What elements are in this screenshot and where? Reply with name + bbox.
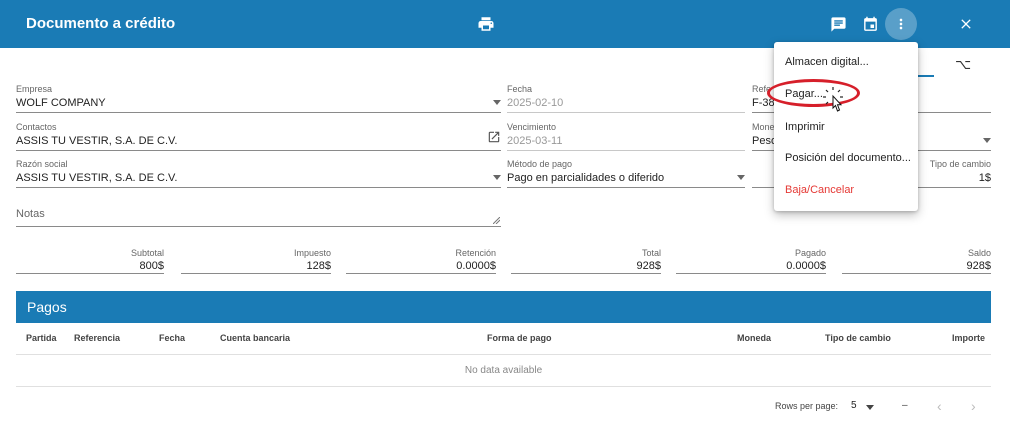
pagado-value: 0.0000$ — [786, 260, 826, 272]
menu-item-imprimir[interactable]: Imprimir — [785, 121, 825, 133]
vencimiento-value: 2025-03-11 — [507, 135, 563, 147]
pagos-header: Pagos — [16, 291, 991, 323]
vencimiento-label: Vencimiento — [507, 122, 557, 132]
subtotal-value: 800$ — [139, 260, 164, 272]
total-label: Total — [641, 248, 661, 258]
column-fecha[interactable]: Fecha — [159, 333, 185, 343]
saldo-field: Saldo 928$ — [842, 248, 991, 274]
chevron-down-icon — [983, 138, 991, 143]
retencion-value: 0.0000$ — [456, 260, 496, 272]
rows-per-page-select[interactable]: 5 — [851, 400, 857, 411]
column-moneda[interactable]: Moneda — [737, 333, 771, 343]
menu-item-posicion-documento[interactable]: Posición del documento... — [785, 152, 911, 164]
contactos-value: ASSIS TU VESTIR, S.A. DE C.V. — [16, 135, 178, 147]
notas-field[interactable] — [16, 226, 501, 227]
notas-label: Notas — [16, 208, 45, 220]
rows-per-page-label: Rows per page: — [775, 401, 839, 411]
message-icon[interactable] — [826, 12, 850, 36]
impuesto-value: 128$ — [306, 260, 331, 272]
menu-item-baja-cancelar[interactable]: Baja/Cancelar — [785, 184, 854, 196]
retencion-field: Retención 0.0000$ — [346, 248, 496, 274]
column-cuenta-bancaria[interactable]: Cuenta bancaria — [220, 333, 290, 343]
tipo-cambio-value: 1$ — [978, 172, 991, 184]
column-tipo-de-cambio[interactable]: Tipo de cambio — [825, 333, 891, 343]
empresa-label: Empresa — [16, 84, 53, 94]
tab-indicator — [918, 75, 934, 77]
tipo-cambio-label: Tipo de cambio — [929, 159, 991, 169]
empresa-value: WOLF COMPANY — [16, 97, 106, 109]
open-in-new-icon[interactable] — [487, 130, 501, 149]
divider — [16, 354, 991, 355]
print-icon[interactable] — [474, 12, 498, 36]
pagos-title: Pagos — [27, 299, 67, 315]
divider — [16, 386, 991, 387]
metodo-pago-label: Método de pago — [507, 159, 573, 169]
pointer-cursor-icon — [823, 87, 843, 112]
moneda-label: Mone — [752, 122, 775, 132]
subtotal-label: Subtotal — [130, 248, 164, 258]
chevron-down-icon — [493, 175, 501, 180]
calendar-icon[interactable] — [858, 12, 882, 36]
column-forma-de-pago[interactable]: Forma de pago — [487, 333, 552, 343]
chevron-down-icon[interactable] — [866, 405, 874, 410]
pagado-label: Pagado — [794, 248, 826, 258]
column-importe[interactable]: Importe — [952, 333, 985, 343]
saldo-label: Saldo — [967, 248, 991, 258]
total-field: Total 928$ — [511, 248, 661, 274]
next-page-icon[interactable]: › — [971, 398, 976, 414]
contactos-field[interactable]: Contactos ASSIS TU VESTIR, S.A. DE C.V. — [16, 122, 501, 152]
app-bar: Documento a crédito — [0, 0, 1010, 48]
empresa-field[interactable]: Empresa WOLF COMPANY — [16, 84, 501, 114]
page-title: Documento a crédito — [26, 15, 176, 32]
saldo-value: 928$ — [966, 260, 991, 272]
close-icon[interactable] — [954, 12, 978, 36]
column-referencia[interactable]: Referencia — [74, 333, 120, 343]
option-icon[interactable]: ⌥ — [955, 56, 971, 73]
metodo-pago-value: Pago en parcialidades o diferido — [507, 172, 665, 184]
fecha-label: Fecha — [507, 84, 533, 94]
resize-handle-icon[interactable] — [493, 217, 500, 224]
pagado-field: Pagado 0.0000$ — [676, 248, 826, 274]
chevron-down-icon — [737, 175, 745, 180]
empty-state: No data available — [464, 365, 543, 376]
chevron-down-icon — [493, 100, 501, 105]
total-value: 928$ — [636, 260, 661, 272]
fecha-field: Fecha 2025-02-10 — [507, 84, 745, 114]
metodo-pago-field[interactable]: Método de pago Pago en parcialidades o d… — [507, 159, 745, 189]
column-partida[interactable]: Partida — [26, 333, 57, 343]
contactos-label: Contactos — [16, 122, 57, 132]
impuesto-field: Impuesto 128$ — [181, 248, 331, 274]
prev-page-icon[interactable]: ‹ — [937, 398, 942, 414]
impuesto-label: Impuesto — [293, 248, 331, 258]
menu-item-almacen-digital[interactable]: Almacen digital... — [785, 56, 869, 68]
actions-menu: Almacen digital... Pagar... Imprimir Pos… — [774, 42, 918, 211]
razon-social-field[interactable]: Razón social ASSIS TU VESTIR, S.A. DE C.… — [16, 159, 501, 189]
subtotal-field: Subtotal 800$ — [16, 248, 164, 274]
retencion-label: Retención — [455, 248, 496, 258]
page-range: – — [902, 400, 908, 411]
vencimiento-field: Vencimiento 2025-03-11 — [507, 122, 745, 152]
more-vert-icon[interactable] — [885, 8, 917, 40]
fecha-value: 2025-02-10 — [507, 97, 564, 109]
razon-social-label: Razón social — [16, 159, 68, 169]
razon-social-value: ASSIS TU VESTIR, S.A. DE C.V. — [16, 172, 178, 184]
